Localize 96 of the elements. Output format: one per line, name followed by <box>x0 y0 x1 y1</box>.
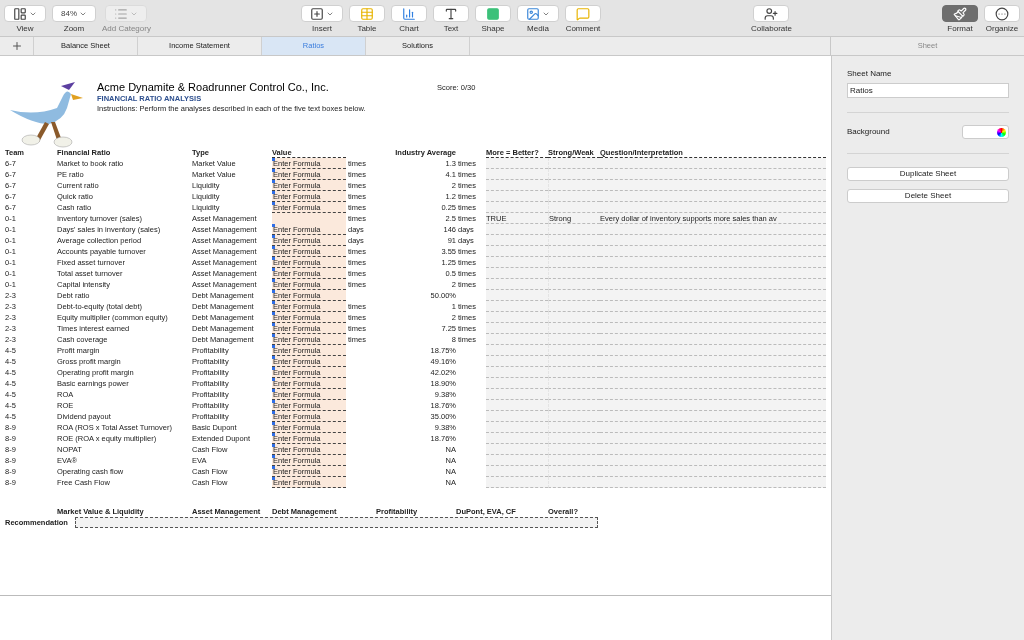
table-cell <box>548 246 600 257</box>
table-cell <box>486 356 548 367</box>
table-cell <box>548 411 600 422</box>
text-icon <box>444 6 458 21</box>
table-cell <box>486 367 548 378</box>
toolbar-label: Collaborate <box>751 24 792 34</box>
table-cell <box>548 389 600 400</box>
table-cell <box>486 455 548 466</box>
table-cell <box>486 235 548 246</box>
toolbar-label: Media <box>527 24 549 34</box>
table-cell <box>548 268 600 279</box>
table-cell <box>486 312 548 323</box>
sheet-title: Acme Dynamite & Roadrunner Control Co., Inc. <box>97 80 330 94</box>
table-cell <box>548 312 600 323</box>
plus-icon <box>10 40 23 52</box>
table-cell <box>548 422 600 433</box>
table-cell <box>486 191 548 202</box>
toolbar-label: Organize <box>985 24 1019 34</box>
toolbar-label: View <box>16 24 34 34</box>
paintbrush-icon <box>953 6 967 21</box>
table-cell <box>486 345 548 356</box>
toolbar-label: Insert <box>311 24 332 34</box>
recommendation-field[interactable] <box>75 517 598 528</box>
table-cell <box>548 191 600 202</box>
toolbar-button[interactable]: 84% <box>52 5 96 22</box>
table-cell <box>486 246 548 257</box>
sidebar-layout-icon <box>13 6 27 21</box>
toolbar-label: Table <box>357 24 377 34</box>
table-cell <box>548 202 600 213</box>
color-well[interactable] <box>962 125 1009 139</box>
table-cell <box>548 334 600 345</box>
toolbar-label: Zoom <box>63 24 85 34</box>
toolbar-label: Format <box>947 24 973 34</box>
table-cell <box>548 378 600 389</box>
table-cell <box>486 180 548 191</box>
table-cell <box>486 301 548 312</box>
table-cell <box>548 180 600 191</box>
insert-icon <box>310 6 324 21</box>
table-cell <box>548 290 600 301</box>
list-icon <box>114 6 129 21</box>
table-cell <box>548 257 600 268</box>
table-cell <box>548 367 600 378</box>
table-cell <box>486 279 548 290</box>
table-cell <box>486 378 548 389</box>
table-cell <box>548 169 600 180</box>
table-icon <box>360 6 374 21</box>
table-cell <box>486 169 548 180</box>
toolbar-label: Text <box>443 24 459 34</box>
table-cell <box>548 400 600 411</box>
table-cell <box>548 158 600 169</box>
table-cell <box>486 334 548 345</box>
toolbar-label: Add Category <box>102 24 151 34</box>
table-cell <box>486 389 548 400</box>
comment-icon <box>576 6 590 21</box>
table-cell <box>548 444 600 455</box>
table-cell <box>486 257 548 268</box>
table-cell <box>486 224 548 235</box>
square-icon <box>486 6 500 21</box>
organize-icon <box>995 6 1009 21</box>
toolbar-label: Chart <box>399 24 419 34</box>
table-cell <box>486 323 548 334</box>
table-cell <box>486 158 548 169</box>
color-wheel-icon <box>997 127 1006 137</box>
table-cell <box>548 301 600 312</box>
table-cell <box>548 235 600 246</box>
toolbar-label: Shape <box>481 24 505 34</box>
table-cell <box>548 477 600 488</box>
table-cell <box>486 400 548 411</box>
field-label: Background <box>847 126 890 138</box>
toolbar-label: Comment <box>565 24 601 34</box>
toolbar-button[interactable] <box>942 5 978 22</box>
sheet-action-button[interactable]: Delete Sheet <box>847 189 1009 203</box>
table-cell <box>486 422 548 433</box>
table-cell <box>486 268 548 279</box>
table-cell <box>548 323 600 334</box>
empty-field[interactable] <box>272 213 346 224</box>
chart-icon <box>402 6 416 21</box>
table-cell <box>548 345 600 356</box>
person-add-icon <box>764 6 779 21</box>
table-cell <box>486 433 548 444</box>
field-label: Sheet Name <box>847 68 893 80</box>
table-cell <box>548 466 600 477</box>
table-cell <box>486 444 548 455</box>
sheet-action-button[interactable]: Duplicate Sheet <box>847 167 1009 181</box>
table-cell <box>548 279 600 290</box>
table-cell <box>486 466 548 477</box>
table-cell <box>548 356 600 367</box>
image-icon <box>526 6 540 21</box>
table-cell <box>486 202 548 213</box>
table-cell <box>548 224 600 235</box>
table-cell <box>548 455 600 466</box>
table-cell <box>486 477 548 488</box>
table-cell <box>548 433 600 444</box>
table-cell <box>486 411 548 422</box>
table-cell <box>486 290 548 301</box>
sheet-name-field[interactable]: Ratios <box>847 83 1009 98</box>
